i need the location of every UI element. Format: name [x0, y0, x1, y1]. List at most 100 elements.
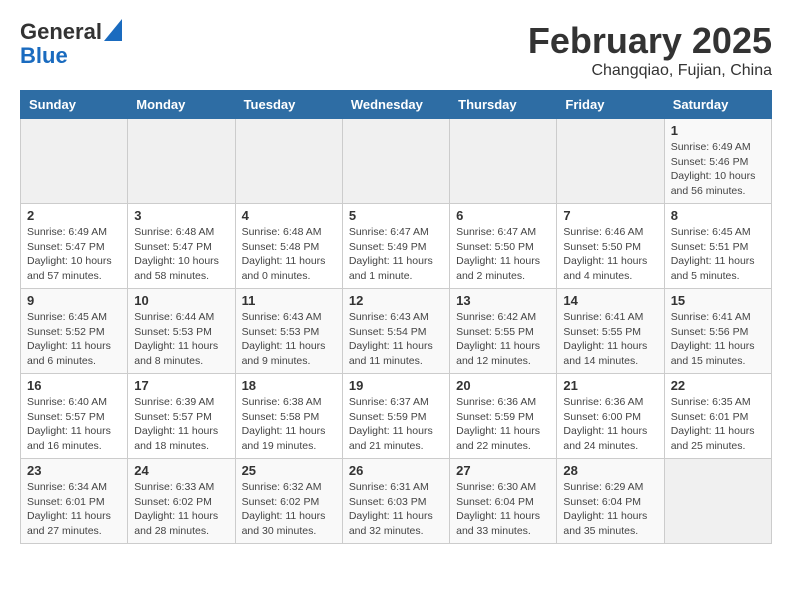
- calendar-cell: 20 Sunrise: 6:36 AM Sunset: 5:59 PM Dayli…: [450, 374, 557, 459]
- logo: General Blue: [20, 20, 122, 68]
- day-of-week-header: Wednesday: [342, 91, 449, 119]
- day-number: 20: [456, 378, 550, 393]
- day-info: Sunrise: 6:37 AM Sunset: 5:59 PM Dayligh…: [349, 395, 443, 454]
- location-subtitle: Changqiao, Fujian, China: [528, 62, 772, 80]
- day-number: 23: [27, 463, 121, 478]
- calendar-cell: 14 Sunrise: 6:41 AM Sunset: 5:55 PM Dayli…: [557, 289, 664, 374]
- day-info: Sunrise: 6:41 AM Sunset: 5:56 PM Dayligh…: [671, 310, 765, 369]
- day-of-week-header: Sunday: [21, 91, 128, 119]
- calendar-cell: 4 Sunrise: 6:48 AM Sunset: 5:48 PM Daylig…: [235, 204, 342, 289]
- day-number: 1: [671, 123, 765, 138]
- day-info: Sunrise: 6:43 AM Sunset: 5:54 PM Dayligh…: [349, 310, 443, 369]
- calendar-cell: 10 Sunrise: 6:44 AM Sunset: 5:53 PM Dayli…: [128, 289, 235, 374]
- day-number: 6: [456, 208, 550, 223]
- day-info: Sunrise: 6:33 AM Sunset: 6:02 PM Dayligh…: [134, 480, 228, 539]
- day-info: Sunrise: 6:47 AM Sunset: 5:50 PM Dayligh…: [456, 225, 550, 284]
- day-number: 7: [563, 208, 657, 223]
- day-info: Sunrise: 6:48 AM Sunset: 5:47 PM Dayligh…: [134, 225, 228, 284]
- day-info: Sunrise: 6:45 AM Sunset: 5:52 PM Dayligh…: [27, 310, 121, 369]
- day-info: Sunrise: 6:32 AM Sunset: 6:02 PM Dayligh…: [242, 480, 336, 539]
- calendar-cell: [450, 119, 557, 204]
- calendar-cell: 18 Sunrise: 6:38 AM Sunset: 5:58 PM Dayli…: [235, 374, 342, 459]
- calendar-cell: 3Sunrise: 6:48 AM Sunset: 5:47 PM Daylig…: [128, 204, 235, 289]
- calendar-cell: [342, 119, 449, 204]
- day-number: 9: [27, 293, 121, 308]
- calendar-cell: [128, 119, 235, 204]
- calendar-week-row: 16Sunrise: 6:40 AM Sunset: 5:57 PM Dayli…: [21, 374, 772, 459]
- day-of-week-header: Monday: [128, 91, 235, 119]
- day-number: 5: [349, 208, 443, 223]
- calendar-cell: 25 Sunrise: 6:32 AM Sunset: 6:02 PM Dayli…: [235, 459, 342, 544]
- day-number: 10: [134, 293, 228, 308]
- day-info: Sunrise: 6:44 AM Sunset: 5:53 PM Dayligh…: [134, 310, 228, 369]
- day-info: Sunrise: 6:47 AM Sunset: 5:49 PM Dayligh…: [349, 225, 443, 284]
- day-info: Sunrise: 6:43 AM Sunset: 5:53 PM Dayligh…: [242, 310, 336, 369]
- calendar-week-row: 9 Sunrise: 6:45 AM Sunset: 5:52 PM Daylig…: [21, 289, 772, 374]
- calendar-week-row: 23 Sunrise: 6:34 AM Sunset: 6:01 PM Dayli…: [21, 459, 772, 544]
- day-info: Sunrise: 6:34 AM Sunset: 6:01 PM Dayligh…: [27, 480, 121, 539]
- day-of-week-header: Friday: [557, 91, 664, 119]
- day-of-week-header: Thursday: [450, 91, 557, 119]
- month-year-title: February 2025: [528, 20, 772, 62]
- day-info: Sunrise: 6:49 AM Sunset: 5:46 PM Dayligh…: [671, 140, 765, 199]
- calendar-cell: 11 Sunrise: 6:43 AM Sunset: 5:53 PM Dayli…: [235, 289, 342, 374]
- day-number: 4: [242, 208, 336, 223]
- day-number: 15: [671, 293, 765, 308]
- day-info: Sunrise: 6:45 AM Sunset: 5:51 PM Dayligh…: [671, 225, 765, 284]
- day-number: 26: [349, 463, 443, 478]
- day-info: Sunrise: 6:48 AM Sunset: 5:48 PM Dayligh…: [242, 225, 336, 284]
- day-number: 25: [242, 463, 336, 478]
- day-number: 21: [563, 378, 657, 393]
- page-header: General Blue February 2025 Changqiao, Fu…: [20, 20, 772, 80]
- calendar-cell: 27 Sunrise: 6:30 AM Sunset: 6:04 PM Dayli…: [450, 459, 557, 544]
- calendar-cell: 13Sunrise: 6:42 AM Sunset: 5:55 PM Dayli…: [450, 289, 557, 374]
- day-number: 14: [563, 293, 657, 308]
- calendar-cell: 8 Sunrise: 6:45 AM Sunset: 5:51 PM Daylig…: [664, 204, 771, 289]
- calendar-cell: [557, 119, 664, 204]
- day-info: Sunrise: 6:49 AM Sunset: 5:47 PM Dayligh…: [27, 225, 121, 284]
- logo-blue: Blue: [20, 44, 68, 68]
- calendar-cell: 26 Sunrise: 6:31 AM Sunset: 6:03 PM Dayli…: [342, 459, 449, 544]
- day-info: Sunrise: 6:36 AM Sunset: 6:00 PM Dayligh…: [563, 395, 657, 454]
- calendar-cell: 19 Sunrise: 6:37 AM Sunset: 5:59 PM Dayli…: [342, 374, 449, 459]
- calendar-week-row: 2 Sunrise: 6:49 AM Sunset: 5:47 PM Daylig…: [21, 204, 772, 289]
- calendar-cell: 2 Sunrise: 6:49 AM Sunset: 5:47 PM Daylig…: [21, 204, 128, 289]
- day-number: 11: [242, 293, 336, 308]
- title-section: February 2025 Changqiao, Fujian, China: [528, 20, 772, 80]
- calendar-cell: 12 Sunrise: 6:43 AM Sunset: 5:54 PM Dayli…: [342, 289, 449, 374]
- day-number: 28: [563, 463, 657, 478]
- day-number: 8: [671, 208, 765, 223]
- calendar-cell: 9 Sunrise: 6:45 AM Sunset: 5:52 PM Daylig…: [21, 289, 128, 374]
- calendar-cell: 6 Sunrise: 6:47 AM Sunset: 5:50 PM Daylig…: [450, 204, 557, 289]
- day-info: Sunrise: 6:30 AM Sunset: 6:04 PM Dayligh…: [456, 480, 550, 539]
- day-number: 12: [349, 293, 443, 308]
- calendar-cell: 7 Sunrise: 6:46 AM Sunset: 5:50 PM Daylig…: [557, 204, 664, 289]
- day-number: 2: [27, 208, 121, 223]
- day-info: Sunrise: 6:35 AM Sunset: 6:01 PM Dayligh…: [671, 395, 765, 454]
- day-number: 27: [456, 463, 550, 478]
- logo-icon: [104, 19, 122, 41]
- calendar-cell: 23 Sunrise: 6:34 AM Sunset: 6:01 PM Dayli…: [21, 459, 128, 544]
- days-header-row: SundayMondayTuesdayWednesdayThursdayFrid…: [21, 91, 772, 119]
- calendar-cell: 15 Sunrise: 6:41 AM Sunset: 5:56 PM Dayli…: [664, 289, 771, 374]
- day-info: Sunrise: 6:38 AM Sunset: 5:58 PM Dayligh…: [242, 395, 336, 454]
- day-info: Sunrise: 6:36 AM Sunset: 5:59 PM Dayligh…: [456, 395, 550, 454]
- day-info: Sunrise: 6:41 AM Sunset: 5:55 PM Dayligh…: [563, 310, 657, 369]
- calendar-table: SundayMondayTuesdayWednesdayThursdayFrid…: [20, 90, 772, 544]
- calendar-cell: [664, 459, 771, 544]
- calendar-cell: 24 Sunrise: 6:33 AM Sunset: 6:02 PM Dayli…: [128, 459, 235, 544]
- logo-general: General: [20, 20, 102, 44]
- calendar-cell: 5 Sunrise: 6:47 AM Sunset: 5:49 PM Daylig…: [342, 204, 449, 289]
- day-number: 19: [349, 378, 443, 393]
- calendar-cell: 21 Sunrise: 6:36 AM Sunset: 6:00 PM Dayli…: [557, 374, 664, 459]
- day-number: 22: [671, 378, 765, 393]
- calendar-cell: 17Sunrise: 6:39 AM Sunset: 5:57 PM Dayli…: [128, 374, 235, 459]
- day-info: Sunrise: 6:31 AM Sunset: 6:03 PM Dayligh…: [349, 480, 443, 539]
- calendar-cell: 16Sunrise: 6:40 AM Sunset: 5:57 PM Dayli…: [21, 374, 128, 459]
- day-info: Sunrise: 6:46 AM Sunset: 5:50 PM Dayligh…: [563, 225, 657, 284]
- calendar-cell: [235, 119, 342, 204]
- day-number: 24: [134, 463, 228, 478]
- day-number: 18: [242, 378, 336, 393]
- day-of-week-header: Saturday: [664, 91, 771, 119]
- day-number: 13: [456, 293, 550, 308]
